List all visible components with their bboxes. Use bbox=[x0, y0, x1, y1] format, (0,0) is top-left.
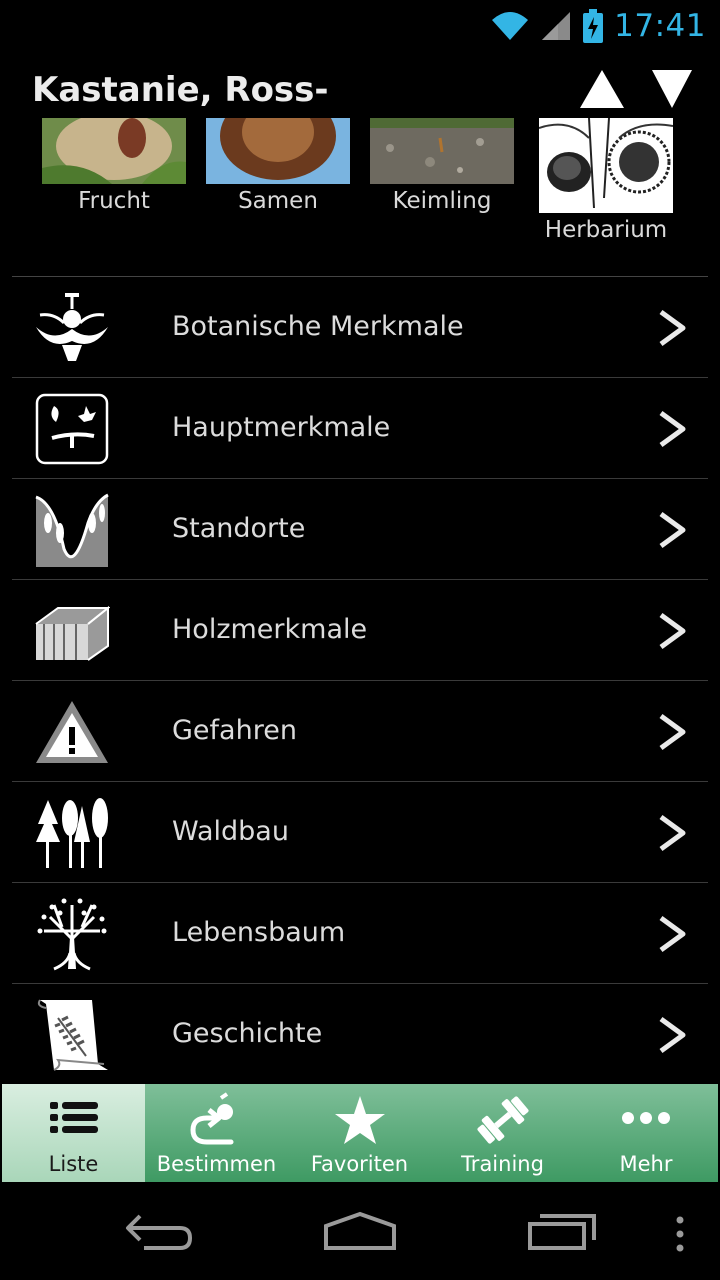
chevron-right-icon bbox=[659, 410, 686, 448]
tab-mehr[interactable]: Mehr bbox=[574, 1084, 718, 1182]
header: Kastanie, Ross- bbox=[0, 50, 720, 120]
menu-item-waldbau[interactable]: Waldbau bbox=[12, 781, 708, 882]
wood-plank-icon bbox=[35, 605, 110, 661]
clock: 17:41 bbox=[614, 8, 706, 44]
image-gallery: Frucht Samen Keimling Herbarium bbox=[0, 118, 720, 278]
menu-item-botanische-merkmale[interactable]: Botanische Merkmale bbox=[12, 276, 708, 377]
signal-icon bbox=[542, 12, 571, 40]
menu-item-holzmerkmale[interactable]: Holzmerkmale bbox=[12, 579, 708, 680]
flower-icon bbox=[36, 293, 108, 361]
thumbnail-label: Herbarium bbox=[544, 217, 668, 243]
tab-label: Liste bbox=[48, 1152, 99, 1176]
thumbnail-keimling[interactable]: Keimling bbox=[370, 118, 514, 214]
chevron-right-icon bbox=[659, 309, 686, 347]
menu-item-standorte[interactable]: Standorte bbox=[12, 478, 708, 579]
tab-label: Bestimmen bbox=[156, 1152, 277, 1176]
seed-photo bbox=[206, 118, 350, 184]
arrow-up-icon[interactable] bbox=[578, 68, 626, 110]
menu-item-label: Geschichte bbox=[172, 1018, 323, 1049]
seedling-photo bbox=[370, 118, 514, 184]
chevron-right-icon bbox=[659, 814, 686, 852]
menu-item-label: Holzmerkmale bbox=[172, 614, 368, 645]
landscape-icon bbox=[35, 493, 109, 567]
status-icons: 17:41 bbox=[490, 6, 706, 46]
chevron-right-icon bbox=[659, 915, 686, 953]
chevron-right-icon bbox=[659, 612, 686, 650]
menu-item-label: Hauptmerkmale bbox=[172, 412, 391, 443]
menu-item-label: Waldbau bbox=[172, 816, 289, 847]
tree-of-life-icon bbox=[37, 898, 107, 971]
leaf-twig-icon bbox=[35, 393, 109, 465]
detail-menu-list: Botanische Merkmale Hauptmerkmale Stando… bbox=[12, 276, 708, 1084]
menu-item-label: Lebensbaum bbox=[172, 917, 346, 948]
menu-item-geschichte[interactable]: Geschichte bbox=[12, 983, 708, 1084]
menu-item-label: Gefahren bbox=[172, 715, 297, 746]
thumbnail-label: Keimling bbox=[392, 188, 492, 214]
list-icon bbox=[49, 1102, 98, 1133]
tab-favoriten[interactable]: Favoriten bbox=[288, 1084, 431, 1182]
menu-item-label: Botanische Merkmale bbox=[172, 311, 464, 342]
star-icon bbox=[334, 1096, 385, 1144]
home-icon[interactable] bbox=[322, 1210, 398, 1254]
scroll-icon bbox=[37, 999, 108, 1071]
tab-bestimmen[interactable]: Bestimmen bbox=[145, 1084, 288, 1182]
tab-training[interactable]: Training bbox=[431, 1084, 574, 1182]
wifi-icon bbox=[492, 12, 529, 40]
thumbnail-label: Frucht bbox=[78, 188, 150, 214]
thumbnail-label: Samen bbox=[238, 188, 318, 214]
tab-label: Favoriten bbox=[310, 1152, 409, 1176]
recents-icon[interactable] bbox=[526, 1210, 598, 1254]
menu-item-label: Standorte bbox=[172, 513, 306, 544]
identify-icon bbox=[189, 1092, 233, 1145]
warning-icon bbox=[36, 701, 108, 763]
chevron-right-icon bbox=[659, 511, 686, 549]
battery-charging-icon bbox=[583, 9, 604, 43]
tab-label: Training bbox=[461, 1152, 544, 1176]
menu-item-lebensbaum[interactable]: Lebensbaum bbox=[12, 882, 708, 983]
system-navigation-bar bbox=[0, 1182, 720, 1280]
herbarium-drawing bbox=[539, 118, 673, 213]
thumbnail-frucht[interactable]: Frucht bbox=[42, 118, 186, 214]
more-icon bbox=[622, 1112, 670, 1124]
fruit-photo bbox=[42, 118, 186, 184]
tab-liste[interactable]: Liste bbox=[2, 1084, 145, 1182]
thumbnail-herbarium[interactable]: Herbarium bbox=[539, 118, 673, 243]
back-icon[interactable] bbox=[124, 1210, 194, 1254]
chevron-right-icon bbox=[659, 713, 686, 751]
thumbnail-samen[interactable]: Samen bbox=[206, 118, 350, 214]
chevron-right-icon bbox=[659, 1016, 686, 1054]
trees-icon bbox=[36, 798, 108, 868]
menu-item-gefahren[interactable]: Gefahren bbox=[12, 680, 708, 781]
tab-bar: Liste Bestimmen Favoriten Training Mehr bbox=[2, 1084, 718, 1182]
tab-label: Mehr bbox=[619, 1152, 673, 1176]
menu-item-hauptmerkmale[interactable]: Hauptmerkmale bbox=[12, 377, 708, 478]
overflow-menu-icon[interactable] bbox=[672, 1216, 688, 1252]
page-title: Kastanie, Ross- bbox=[32, 70, 329, 110]
status-bar: 17:41 bbox=[0, 0, 720, 50]
dumbbell-icon bbox=[476, 1096, 529, 1144]
arrow-down-icon[interactable] bbox=[650, 68, 694, 110]
